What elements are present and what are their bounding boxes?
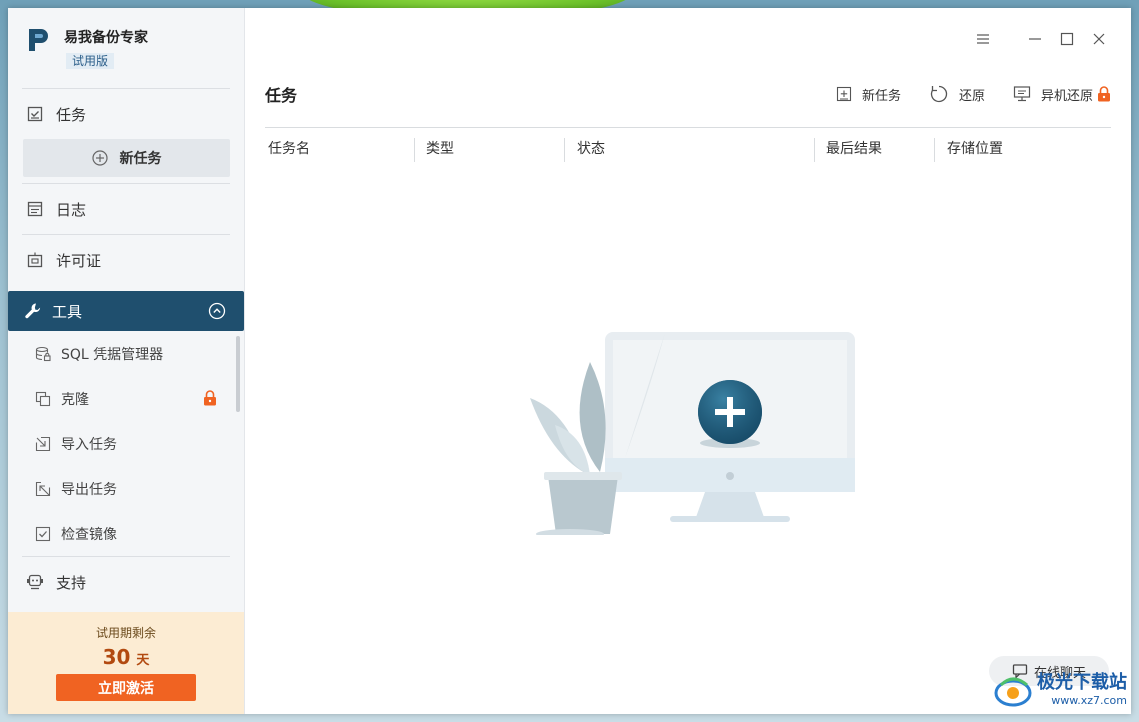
toolbar: 新任务 还原 异机还原 bbox=[808, 84, 1111, 104]
restore-label: 还原 bbox=[958, 88, 985, 104]
check-image-icon bbox=[35, 526, 51, 542]
sidebar: 易我备份专家 试用版 任务 新任务 日志 许可证 工具 SQL 凭据管理器 克隆… bbox=[8, 8, 245, 714]
tools-item-label: 检查镜像 bbox=[61, 526, 117, 543]
export-icon bbox=[35, 481, 51, 497]
support-icon bbox=[26, 573, 44, 591]
wrench-icon bbox=[24, 302, 42, 320]
column-separator[interactable] bbox=[414, 138, 415, 162]
column-header-last-result[interactable]: 最后结果 bbox=[826, 136, 882, 162]
column-separator[interactable] bbox=[814, 138, 815, 162]
add-task-icon bbox=[836, 86, 852, 102]
trial-badge: 试用版 bbox=[66, 53, 115, 69]
app-logo-icon bbox=[29, 29, 48, 51]
database-lock-icon bbox=[35, 346, 51, 362]
chevron-up-icon[interactable] bbox=[208, 302, 226, 320]
trial-days: 30 天 bbox=[103, 645, 150, 669]
new-task-label: 新任务 bbox=[119, 151, 162, 167]
close-icon[interactable] bbox=[1089, 29, 1109, 49]
license-icon bbox=[26, 251, 44, 269]
sidebar-item-license[interactable]: 许可证 bbox=[8, 235, 244, 285]
sidebar-item-label: 日志 bbox=[56, 200, 87, 219]
remote-restore-button[interactable]: 异机还原 bbox=[1013, 85, 1111, 104]
trial-remaining-label: 试用期剩余 bbox=[95, 626, 156, 640]
main-panel: 任务 新任务 还原 异机还原 任务名 类型 状态 最后结果 存储位置 在线聊天 … bbox=[245, 8, 1131, 714]
monitor-restore-icon bbox=[1013, 85, 1031, 103]
app-name: 易我备份专家 bbox=[64, 30, 148, 46]
checklist-icon bbox=[26, 105, 44, 123]
remote-restore-label: 异机还原 bbox=[1040, 88, 1093, 104]
column-header-storage-location[interactable]: 存储位置 bbox=[947, 136, 1003, 162]
table-top-border bbox=[265, 127, 1111, 128]
maximize-icon[interactable] bbox=[1057, 29, 1077, 49]
column-separator[interactable] bbox=[564, 138, 565, 162]
restore-button[interactable]: 还原 bbox=[929, 84, 985, 104]
tools-item-clone[interactable]: 克隆 bbox=[8, 376, 244, 421]
column-header-task-name[interactable]: 任务名 bbox=[268, 136, 310, 162]
column-separator[interactable] bbox=[934, 138, 935, 162]
tools-item-sql-credentials[interactable]: SQL 凭据管理器 bbox=[8, 331, 244, 376]
watermark-url: www.xz7.com bbox=[1051, 694, 1127, 707]
lock-icon bbox=[203, 390, 217, 406]
tools-submenu: SQL 凭据管理器 克隆 导入任务 导出任务 检查镜像 bbox=[8, 331, 244, 556]
page-title: 任务 bbox=[265, 86, 298, 105]
sidebar-item-label: 工具 bbox=[52, 302, 83, 321]
plus-circle-icon bbox=[91, 150, 108, 166]
import-icon bbox=[35, 436, 51, 452]
sidebar-item-support[interactable]: 支持 bbox=[8, 557, 244, 607]
new-task-label: 新任务 bbox=[861, 88, 901, 104]
sidebar-item-log[interactable]: 日志 bbox=[8, 184, 244, 234]
lock-icon bbox=[1097, 86, 1111, 102]
sidebar-item-tasks[interactable]: 任务 bbox=[8, 89, 244, 139]
table-header: 任务名 类型 状态 最后结果 存储位置 bbox=[265, 136, 1111, 166]
sidebar-item-label: 支持 bbox=[56, 573, 87, 592]
tools-item-label: SQL 凭据管理器 bbox=[61, 346, 164, 363]
app-window: 易我备份专家 试用版 任务 新任务 日志 许可证 工具 SQL 凭据管理器 克隆… bbox=[8, 8, 1131, 714]
activate-button[interactable]: 立即激活 bbox=[56, 674, 196, 701]
tools-item-check-image[interactable]: 检查镜像 bbox=[8, 511, 244, 556]
sidebar-item-tools[interactable]: 工具 bbox=[8, 291, 244, 331]
sidebar-item-label: 任务 bbox=[56, 105, 87, 124]
log-icon bbox=[26, 200, 44, 218]
watermark-logo-icon bbox=[993, 675, 1033, 709]
empty-state-illustration[interactable] bbox=[530, 330, 860, 535]
tools-item-label: 导入任务 bbox=[61, 436, 117, 453]
menu-icon[interactable] bbox=[973, 29, 993, 49]
trial-days-number: 30 bbox=[102, 645, 131, 669]
brand: 易我备份专家 试用版 bbox=[8, 8, 244, 88]
sidebar-item-label: 许可证 bbox=[56, 251, 102, 270]
tools-item-import[interactable]: 导入任务 bbox=[8, 421, 244, 466]
trial-days-unit: 天 bbox=[136, 653, 150, 668]
window-controls bbox=[973, 29, 1109, 49]
restore-icon bbox=[929, 84, 949, 104]
sidebar-new-task-button[interactable]: 新任务 bbox=[23, 139, 230, 177]
tools-item-export[interactable]: 导出任务 bbox=[8, 466, 244, 511]
site-watermark: 极光下载站 www.xz7.com bbox=[993, 674, 1127, 710]
clone-icon bbox=[35, 391, 51, 407]
tools-item-label: 导出任务 bbox=[61, 481, 117, 498]
tools-item-label: 克隆 bbox=[61, 391, 89, 408]
column-header-status[interactable]: 状态 bbox=[577, 136, 605, 162]
trial-panel: 试用期剩余 30 天 立即激活 bbox=[8, 612, 244, 714]
new-task-button[interactable]: 新任务 bbox=[836, 85, 901, 104]
column-header-type[interactable]: 类型 bbox=[426, 136, 454, 162]
minimize-icon[interactable] bbox=[1025, 29, 1045, 49]
watermark-text: 极光下载站 bbox=[1037, 672, 1127, 693]
